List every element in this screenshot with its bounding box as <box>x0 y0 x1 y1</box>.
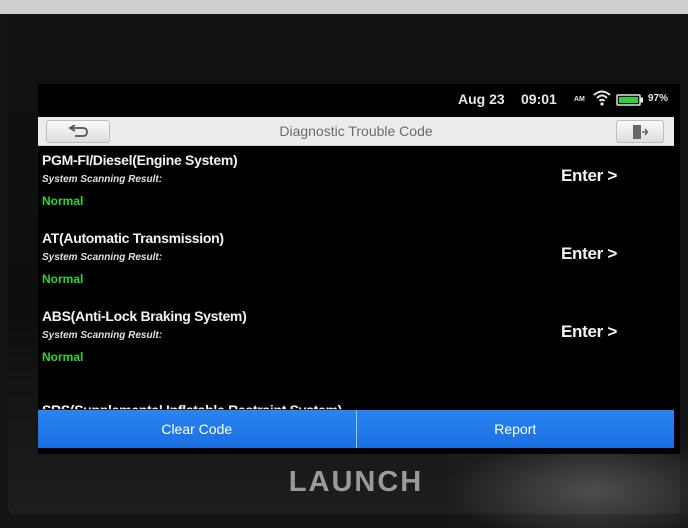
list-item-abs-system[interactable]: ABS(Anti-Lock Braking System) System Sca… <box>38 306 680 384</box>
list-item-automatic-transmission[interactable]: AT(Automatic Transmission) System Scanni… <box>38 228 680 306</box>
system-name: PGM-FI/Diesel(Engine System) <box>42 152 238 168</box>
report-button[interactable]: Report <box>357 410 675 448</box>
scan-result-status: Normal <box>42 272 84 286</box>
scan-result-label: System Scanning Result: <box>42 174 163 185</box>
status-date: Aug 23 <box>458 91 505 107</box>
action-bar: Clear Code Report <box>38 410 674 448</box>
status-bar: Aug 23 09:01 AM 97% <box>38 84 680 114</box>
exit-icon <box>633 124 648 139</box>
system-name: ABS(Anti-Lock Braking System) <box>42 308 247 324</box>
system-list: PGM-FI/Diesel(Engine System) System Scan… <box>38 150 680 384</box>
exit-button[interactable] <box>616 120 664 143</box>
scan-result-status: Normal <box>42 350 84 364</box>
wifi-icon <box>593 90 611 109</box>
list-item-engine-system[interactable]: PGM-FI/Diesel(Engine System) System Scan… <box>38 150 680 228</box>
status-battery-percent: 97% <box>648 93 669 104</box>
enter-button[interactable]: Enter > <box>561 244 617 264</box>
status-time: 09:01 <box>521 91 557 107</box>
system-name: AT(Automatic Transmission) <box>42 230 224 246</box>
scan-result-label: System Scanning Result: <box>42 330 163 341</box>
battery-icon <box>616 93 644 109</box>
page-title: Diagnostic Trouble Code <box>279 123 433 139</box>
scanner-device: Aug 23 09:01 AM 97% Diagnostic Trouble C… <box>8 14 688 528</box>
status-am-pm: AM <box>574 96 585 103</box>
clear-code-button[interactable]: Clear Code <box>38 410 356 448</box>
scan-result-status: Normal <box>42 194 84 208</box>
device-screen: Aug 23 09:01 AM 97% Diagnostic Trouble C… <box>38 84 680 454</box>
enter-button[interactable]: Enter > <box>561 322 617 342</box>
launch-logo: LAUNCH <box>288 466 424 498</box>
enter-button[interactable]: Enter > <box>561 166 617 186</box>
photo-background <box>0 0 688 14</box>
scan-result-label: System Scanning Result: <box>42 252 163 263</box>
title-bar: Diagnostic Trouble Code <box>38 117 674 146</box>
